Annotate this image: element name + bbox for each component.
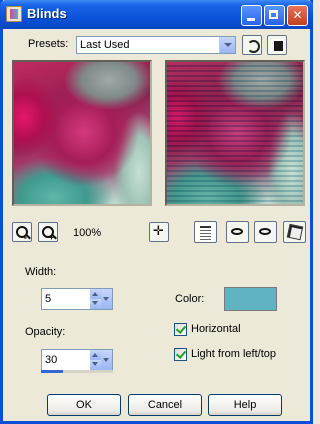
chevron-down-icon[interactable] <box>219 37 235 53</box>
opacity-label: Opacity: <box>25 326 66 338</box>
presets-value: Last Used <box>80 39 130 51</box>
width-value[interactable]: 5 <box>45 293 51 305</box>
width-stepper[interactable]: 5 <box>41 288 113 310</box>
width-label: Width: <box>25 266 57 278</box>
blinds-app-icon <box>6 6 22 22</box>
window-title: Blinds <box>27 6 67 21</box>
light-from-left-top-checkbox[interactable] <box>174 348 187 361</box>
reset-preset-button[interactable] <box>242 35 262 55</box>
color-label: Color: <box>175 293 205 305</box>
width-decrement-icon[interactable] <box>90 299 101 309</box>
randomize-button[interactable] <box>226 221 249 243</box>
width-dropdown-icon[interactable] <box>101 289 112 309</box>
cancel-button[interactable]: Cancel <box>128 394 202 416</box>
opacity-increment-icon[interactable] <box>90 350 101 360</box>
save-preset-button[interactable] <box>267 35 287 55</box>
minimize-button[interactable] <box>241 5 262 26</box>
zoom-out-icon: - <box>16 226 28 242</box>
maximize-button[interactable] <box>264 5 285 26</box>
ok-button[interactable]: OK <box>47 394 121 416</box>
horizontal-checkbox[interactable] <box>174 323 187 336</box>
horizontal-label[interactable]: Horizontal <box>191 323 241 335</box>
opacity-slider-fill <box>41 370 63 373</box>
blinds-overlay <box>167 62 303 204</box>
original-image <box>14 62 150 204</box>
zoom-in-button[interactable]: + <box>38 222 58 242</box>
proof-button[interactable] <box>254 221 277 243</box>
help-button[interactable]: Help <box>208 394 282 416</box>
original-preview[interactable] <box>12 60 152 206</box>
move-preview-button[interactable] <box>149 222 169 242</box>
zoom-level: 100% <box>73 227 102 239</box>
opacity-stepper[interactable]: 30 <box>41 349 113 371</box>
opacity-value[interactable]: 30 <box>45 354 57 366</box>
opacity-decrement-icon[interactable] <box>90 360 101 370</box>
zoom-out-button[interactable]: - <box>12 222 32 242</box>
light-from-left-top-label[interactable]: Light from left/top <box>191 348 276 360</box>
close-button[interactable]: ✕ <box>287 5 308 26</box>
presets-label: Presets: <box>28 38 69 50</box>
opacity-slider[interactable] <box>41 370 113 373</box>
blinds-dialog: Blinds ✕ Presets: Last Used - + 100% Wid… <box>0 0 313 424</box>
result-preview[interactable] <box>165 60 305 206</box>
properties-button[interactable] <box>194 221 217 243</box>
color-swatch[interactable] <box>224 287 277 311</box>
width-increment-icon[interactable] <box>90 289 101 299</box>
title-bar: Blinds ✕ <box>0 0 313 29</box>
zoom-in-icon: + <box>42 226 54 242</box>
presets-dropdown[interactable]: Last Used <box>76 36 236 54</box>
dice-button[interactable] <box>283 221 306 243</box>
opacity-dropdown-icon[interactable] <box>101 350 112 370</box>
